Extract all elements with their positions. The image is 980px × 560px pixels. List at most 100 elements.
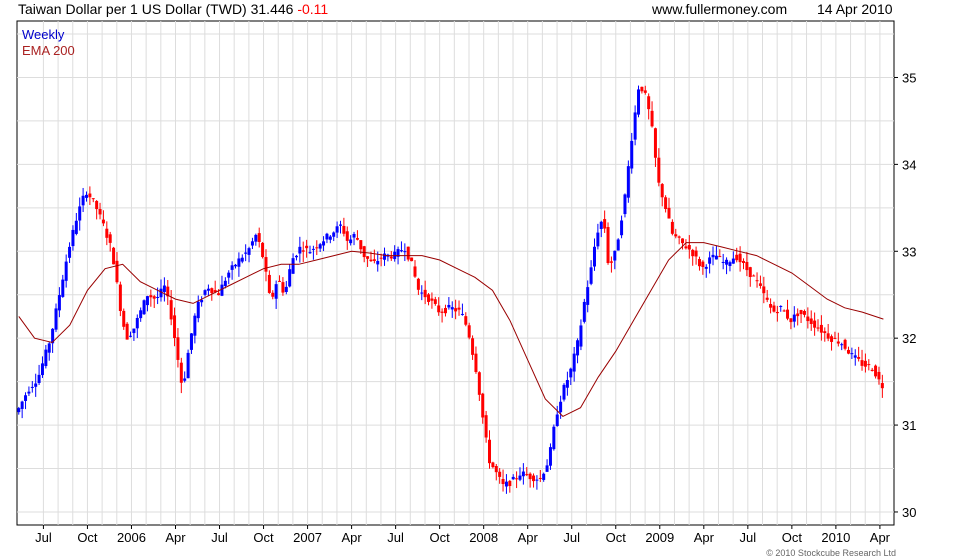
- candle-body: [17, 408, 21, 413]
- candle-body: [640, 86, 644, 92]
- candle-body: [504, 481, 508, 487]
- candle-body: [620, 220, 624, 236]
- candle-body: [840, 344, 844, 346]
- candle-body: [152, 296, 156, 299]
- candle-body: [877, 371, 881, 380]
- candle-body: [535, 479, 539, 481]
- candle-body: [572, 353, 576, 372]
- candle-body: [264, 257, 268, 272]
- candle-body: [748, 267, 752, 278]
- legend-weekly: Weekly: [22, 27, 65, 42]
- candle-body: [525, 474, 529, 476]
- candle-body: [616, 239, 620, 251]
- candle-body: [802, 310, 806, 315]
- candle-body: [413, 266, 417, 277]
- candle-body: [186, 352, 190, 379]
- candle-body: [816, 327, 820, 329]
- candle-body: [112, 247, 116, 265]
- candle-body: [528, 473, 532, 480]
- candle-body: [139, 310, 143, 319]
- candle-body: [454, 308, 458, 312]
- candle-body: [149, 295, 153, 298]
- candle-body: [189, 333, 193, 350]
- candle-body: [416, 278, 420, 290]
- candle-body: [657, 157, 661, 183]
- candle-body: [538, 477, 542, 479]
- candle-body: [64, 261, 68, 281]
- candle-body: [633, 112, 637, 140]
- y-tick-label: 34: [902, 157, 916, 172]
- candle-body: [630, 140, 634, 169]
- candle-body: [183, 378, 187, 381]
- candle-body: [308, 252, 312, 254]
- candle-body: [806, 316, 810, 322]
- candle-body: [247, 248, 251, 255]
- candle-body: [410, 257, 414, 262]
- candle-body: [555, 414, 559, 427]
- candle-body: [132, 328, 136, 334]
- candle-body: [291, 258, 295, 274]
- candle-body: [586, 287, 590, 305]
- candle-body: [322, 241, 326, 246]
- candle-body: [599, 221, 603, 229]
- candle-body: [870, 369, 874, 371]
- candle-body: [762, 286, 766, 294]
- y-axis-labels: 30 31 32 33 34 35: [894, 70, 916, 520]
- candle-body: [494, 466, 498, 473]
- candle-body: [609, 261, 613, 263]
- candle-body: [853, 355, 857, 358]
- candle-body: [237, 258, 241, 267]
- candle-body: [857, 356, 861, 359]
- candle-body: [179, 362, 183, 383]
- candle-body: [20, 401, 24, 409]
- candle-body: [206, 288, 210, 291]
- price-chart: 303132333435 Jul Oct 2006 Apr Jul Oct 2007 Apr J…: [16, 20, 916, 545]
- x-tick-label: 2006: [117, 530, 146, 545]
- candle-body: [863, 360, 867, 367]
- candle-body: [440, 311, 444, 313]
- candle-body: [250, 241, 254, 246]
- candle-body: [288, 269, 292, 287]
- candle-body: [230, 265, 234, 270]
- candle-body: [332, 232, 336, 237]
- candle-body: [281, 282, 285, 293]
- chart-legend: Weekly EMA 200: [22, 27, 75, 59]
- candle-body: [210, 288, 214, 294]
- candle-body: [359, 240, 363, 250]
- candle-body: [491, 462, 495, 468]
- candle-body: [637, 89, 641, 115]
- copyright-notice: © 2010 Stockcube Research Ltd: [766, 548, 896, 558]
- candle-body: [423, 289, 427, 298]
- x-tick-label: Jul: [35, 530, 52, 545]
- candle-body: [508, 480, 512, 487]
- candle-body: [460, 313, 464, 315]
- candle-body: [227, 272, 231, 278]
- candle-body: [789, 318, 793, 323]
- candle-body: [576, 340, 580, 356]
- candle-body: [298, 246, 302, 254]
- candle-body: [362, 246, 366, 258]
- candle-body: [352, 233, 356, 238]
- candle-body: [57, 295, 61, 311]
- candle-body: [176, 337, 180, 360]
- candle-body: [203, 290, 207, 295]
- candle-body: [366, 256, 370, 259]
- x-tick-label: Apr: [165, 530, 186, 545]
- candle-body: [674, 234, 678, 237]
- x-tick-label: 2007: [293, 530, 322, 545]
- y-tick-label: 33: [902, 244, 916, 259]
- candle-body: [61, 279, 65, 297]
- candle-body: [118, 284, 122, 312]
- y-tick-label: 35: [902, 70, 916, 85]
- candle-body: [284, 286, 288, 293]
- candle-body: [501, 478, 505, 485]
- candle-body: [457, 307, 461, 310]
- x-tick-label: Jul: [740, 530, 757, 545]
- candle-body: [24, 395, 28, 401]
- candle-body: [376, 261, 380, 265]
- candle-body: [234, 264, 238, 267]
- candle-body: [217, 293, 221, 296]
- candle-body: [626, 166, 630, 198]
- candle-body: [349, 239, 353, 244]
- candle-body: [403, 251, 407, 253]
